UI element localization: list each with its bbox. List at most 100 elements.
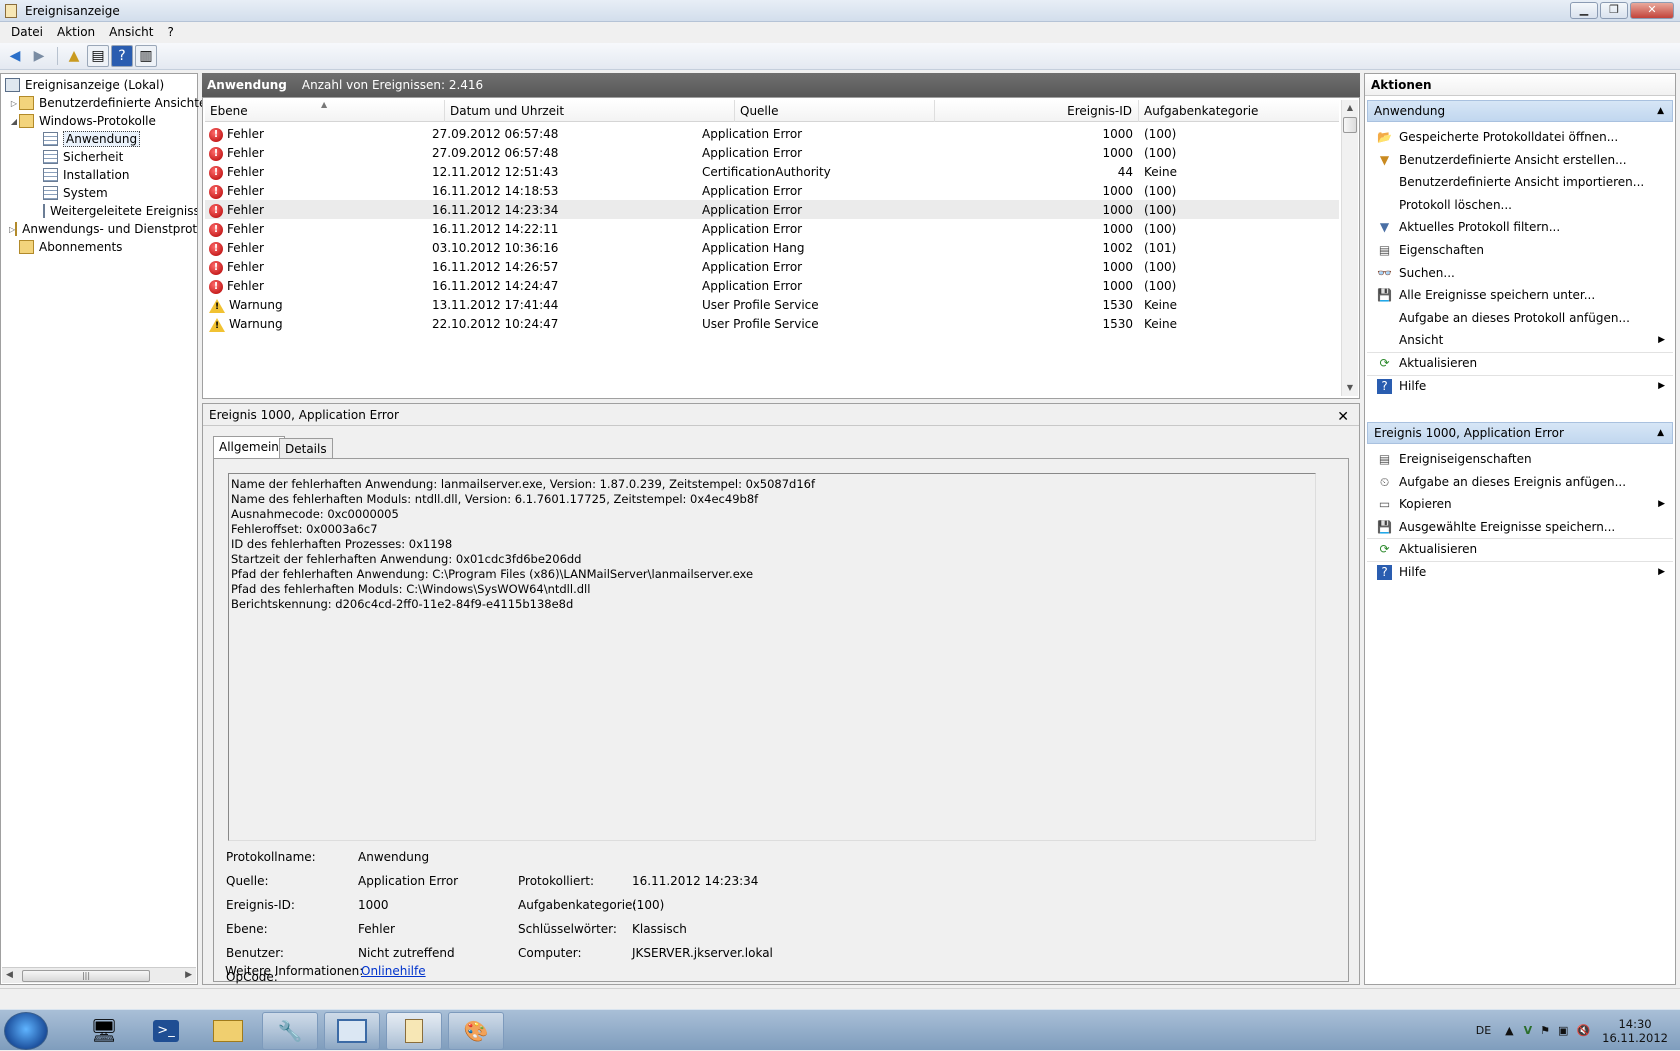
tree-windows-logs[interactable]: ◢ Windows-Protokolle — [9, 112, 156, 130]
action-item[interactable]: 💾 Ausgewählte Ereignisse speichern... — [1367, 516, 1673, 539]
show-hide-action-pane-icon[interactable]: ▥ — [135, 45, 157, 67]
action-item[interactable]: ? Hilfe ▶ — [1367, 375, 1673, 398]
help-icon[interactable]: ? — [111, 45, 133, 67]
tree-root[interactable]: Ereignisanzeige (Lokal) — [5, 76, 164, 94]
menu-help[interactable]: ? — [160, 22, 180, 43]
submenu-arrow-icon: ▶ — [1658, 499, 1665, 510]
tree-apps-services[interactable]: ▷ Anwendungs- und Dienstprotokolle — [9, 220, 197, 238]
error-icon: ! — [209, 165, 223, 180]
close-button[interactable]: ✕ — [1630, 2, 1674, 19]
prop-more-info-label: Weitere Informationen: — [225, 964, 364, 978]
column-source[interactable]: Quelle — [735, 100, 935, 122]
log-icon — [43, 168, 58, 182]
actions-section-event[interactable]: Ereignis 1000, Application Error ▲ — [1367, 422, 1673, 444]
event-viewer-taskbar-icon[interactable] — [386, 1012, 442, 1050]
online-help-link[interactable]: Onlinehilfe — [361, 964, 426, 978]
server-manager-taskbar-icon[interactable]: 🖥 — [76, 1012, 132, 1050]
app-tray-icon[interactable]: V — [1524, 1024, 1533, 1037]
column-level[interactable]: Ebene ▲ — [205, 100, 445, 122]
menu-action[interactable]: Aktion — [50, 22, 102, 43]
action-center-flag-icon[interactable]: ⚑ — [1540, 1024, 1550, 1037]
tree-log-forwarded[interactable]: Weitergeleitete Ereignisse — [43, 202, 197, 220]
action-item[interactable]: ⟳ Aktualisieren — [1367, 538, 1673, 561]
remote-desktop-taskbar-icon[interactable] — [324, 1012, 380, 1050]
scroll-right-icon[interactable]: ▶ — [185, 970, 192, 980]
clock[interactable]: 14:30 16.11.2012 — [1594, 1017, 1680, 1045]
show-hide-tree-icon[interactable]: ▤ — [87, 45, 109, 67]
scroll-left-icon[interactable]: ◀ — [6, 970, 13, 980]
collapse-caret-icon[interactable]: ▲ — [1657, 101, 1664, 121]
column-event-id[interactable]: Ereignis-ID — [935, 100, 1139, 122]
menu-file[interactable]: Datei — [4, 22, 50, 43]
action-item[interactable]: ▤ Ereigniseigenschaften — [1367, 448, 1673, 471]
event-row[interactable]: ! Fehler 16.11.2012 14:22:11 Application Er… — [205, 219, 1339, 238]
action-item[interactable]: ▭ Kopieren ▶ — [1367, 493, 1673, 516]
action-item[interactable]: Aufgabe an dieses Protokoll anfügen... — [1367, 307, 1673, 330]
close-icon[interactable]: ✕ — [1337, 406, 1349, 428]
action-item[interactable]: ▤ Eigenschaften — [1367, 239, 1673, 262]
event-row[interactable]: ! Fehler 27.09.2012 06:57:48 Application Er… — [205, 143, 1339, 162]
event-row[interactable]: ! Fehler 12.11.2012 12:51:43 CertificationA… — [205, 162, 1339, 181]
event-row[interactable]: ! Warnung 22.10.2012 10:24:47 User Profile … — [205, 314, 1339, 333]
tab-details[interactable]: Details — [279, 438, 333, 459]
menu-view[interactable]: Ansicht — [102, 22, 160, 43]
tools-taskbar-icon[interactable]: 🔧 — [262, 1012, 318, 1050]
event-row[interactable]: ! Fehler 16.11.2012 14:18:53 Application Er… — [205, 181, 1339, 200]
network-icon[interactable]: ▣ — [1558, 1024, 1568, 1037]
event-row[interactable]: ! Fehler 16.11.2012 14:23:34 Application Er… — [205, 200, 1339, 219]
tree-custom-views[interactable]: ▷ Benutzerdefinierte Ansichten — [9, 94, 214, 112]
event-row[interactable]: ! Fehler 16.11.2012 14:26:57 Application Er… — [205, 257, 1339, 276]
explorer-taskbar-icon[interactable] — [200, 1012, 256, 1050]
collapse-caret-icon[interactable]: ▲ — [1657, 423, 1664, 443]
tree-log-system[interactable]: System — [43, 184, 108, 202]
action-item[interactable]: ⟳ Aktualisieren — [1367, 352, 1673, 375]
cell-source: Application Hang — [702, 241, 805, 255]
restore-button[interactable]: ❐ — [1600, 2, 1628, 19]
collapse-icon[interactable]: ◢ — [9, 117, 19, 126]
event-row[interactable]: ! Warnung 13.11.2012 17:41:44 User Profile … — [205, 295, 1339, 314]
expand-icon[interactable]: ▷ — [9, 99, 19, 108]
language-indicator[interactable]: DE — [1476, 1024, 1491, 1037]
action-item[interactable]: ▼ Benutzerdefinierte Ansicht erstellen... — [1367, 149, 1673, 172]
action-item[interactable]: 👓 Suchen... — [1367, 262, 1673, 285]
tree-horizontal-scrollbar[interactable]: ◀ ||| ▶ — [2, 967, 196, 983]
cell-event-id: 1530 — [1102, 317, 1133, 331]
scrollbar-thumb[interactable]: ||| — [22, 970, 150, 982]
volume-muted-icon[interactable]: 🔇 — [1576, 1024, 1590, 1037]
menu-bar: Datei Aktion Ansicht ? — [0, 22, 1680, 43]
log-name: Anwendung — [207, 78, 287, 92]
action-item[interactable]: ? Hilfe ▶ — [1367, 561, 1673, 584]
column-task-category[interactable]: Aufgabenkategorie — [1139, 100, 1339, 122]
tree-log-application[interactable]: Anwendung — [43, 130, 141, 148]
column-date[interactable]: Datum und Uhrzeit — [445, 100, 735, 122]
scrollbar-thumb[interactable] — [1343, 117, 1357, 133]
back-arrow-icon[interactable]: ◀ — [4, 45, 26, 67]
up-folder-icon[interactable]: ▲ — [63, 45, 85, 67]
powershell-taskbar-icon[interactable]: >_ — [138, 1012, 194, 1050]
scroll-down-icon[interactable]: ▼ — [1342, 380, 1358, 396]
action-item[interactable]: ▼ Aktuelles Protokoll filtern... — [1367, 216, 1673, 239]
tree-log-security[interactable]: Sicherheit — [43, 148, 123, 166]
event-description[interactable]: Name der fehlerhaften Anwendung: lanmail… — [228, 473, 1316, 841]
minimize-button[interactable]: ▁ — [1570, 2, 1598, 19]
paint-taskbar-icon[interactable]: 🎨 — [448, 1012, 504, 1050]
forward-arrow-icon[interactable]: ▶ — [28, 45, 50, 67]
event-row[interactable]: ! Fehler 16.11.2012 14:24:47 Application Er… — [205, 276, 1339, 295]
tab-general[interactable]: Allgemein — [213, 436, 285, 459]
tree-log-setup[interactable]: Installation — [43, 166, 129, 184]
action-item[interactable]: 📂 Gespeicherte Protokolldatei öffnen... — [1367, 126, 1673, 149]
event-row[interactable]: ! Fehler 27.09.2012 06:57:48 Application Er… — [205, 124, 1339, 143]
action-item[interactable]: Protokoll löschen... — [1367, 194, 1673, 217]
event-row[interactable]: ! Fehler 03.10.2012 10:36:16 Application Ha… — [205, 238, 1339, 257]
start-button[interactable] — [4, 1012, 48, 1050]
action-item[interactable]: ⏲ Aufgabe an dieses Ereignis anfügen... — [1367, 471, 1673, 494]
scroll-up-icon[interactable]: ▲ — [1342, 100, 1358, 116]
cell-task-category: (100) — [1144, 260, 1177, 274]
show-hidden-icons-icon[interactable]: ▲ — [1505, 1024, 1513, 1037]
actions-section-log[interactable]: Anwendung ▲ — [1367, 100, 1673, 122]
action-item[interactable]: 💾 Alle Ereignisse speichern unter... — [1367, 284, 1673, 307]
tree-subscriptions[interactable]: Abonnements — [19, 238, 122, 256]
action-item[interactable]: Benutzerdefinierte Ansicht importieren..… — [1367, 171, 1673, 194]
event-list-scrollbar[interactable]: ▲ ▼ — [1341, 100, 1358, 396]
action-item[interactable]: Ansicht ▶ — [1367, 329, 1673, 352]
